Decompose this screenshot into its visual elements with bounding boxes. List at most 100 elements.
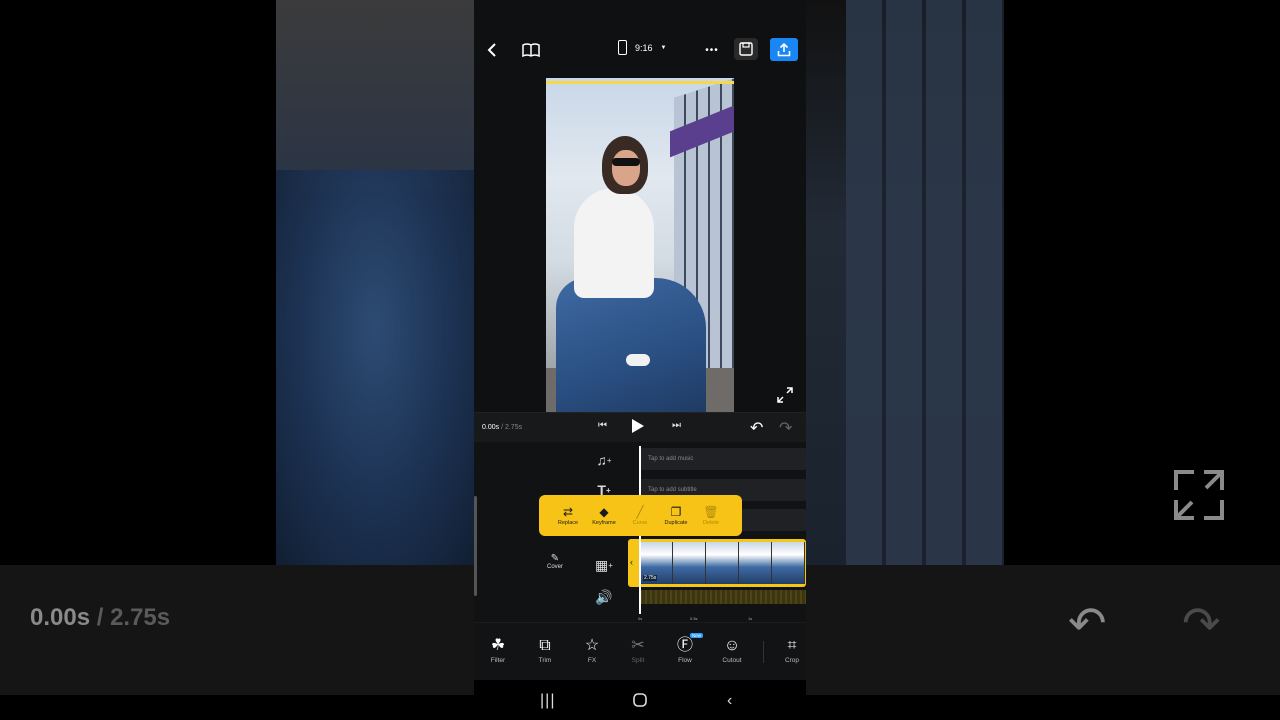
undo-icon[interactable]: ↶ — [750, 418, 763, 438]
ruler-tick-label: 1s — [748, 616, 753, 621]
clip-thumbnail — [739, 542, 772, 584]
tool-crop-label: Crop — [784, 657, 800, 664]
subtitle-track-placeholder: Tap to add subtitle — [648, 487, 697, 493]
scissors-icon: ✂ — [631, 637, 645, 654]
clip-thumbnail — [772, 542, 805, 584]
background-undo-icon: ↶ — [1068, 597, 1107, 649]
add-clip-icon[interactable]: ▦ + — [594, 555, 614, 575]
redo-icon: ↷ — [779, 420, 793, 437]
export-button[interactable] — [770, 38, 798, 61]
video-clip[interactable]: ‹ 2.75s — [628, 539, 806, 587]
timeline: ♫ + Tap to add music T + Tap to add subtit… — [474, 442, 806, 622]
nav-back-icon[interactable]: ‹ — [727, 692, 732, 710]
cover-button[interactable]: ✎ Cover — [544, 553, 566, 570]
ruler-tick-label: 0.5s — [690, 616, 698, 621]
play-icon[interactable] — [632, 419, 644, 433]
home-icon[interactable] — [632, 692, 648, 713]
new-badge: New — [690, 633, 704, 638]
crop-icon: ⌗ — [787, 637, 797, 654]
preview-shirt — [574, 188, 654, 298]
more-options-icon[interactable]: ••• — [700, 38, 724, 62]
tool-flow[interactable]: Ⓕ Flow New — [668, 633, 704, 664]
replace-icon: ⇄ — [562, 505, 574, 519]
curve-button: ╱ Curve — [623, 504, 657, 526]
bottom-toolbar: ☘ Filter ⧉ Trim ☆ FX ✂ Split Ⓕ Flow New … — [474, 622, 806, 680]
recent-apps-icon[interactable]: ||| — [540, 692, 555, 710]
system-nav-bar: ||| ‹ — [474, 680, 806, 720]
screen: 0.00s / 2.75s ↶ ↷ 9:16 ▼ ••• 0.00s / 2.7… — [0, 0, 1280, 720]
replace-button[interactable]: ⇄ Replace — [551, 504, 585, 526]
keyframe-label: Keyframe — [592, 520, 616, 526]
curve-icon: ╱ — [636, 505, 644, 519]
delete-label: Delete — [703, 520, 719, 526]
fullscreen-icon[interactable] — [776, 386, 794, 404]
skip-start-icon[interactable]: ⏮ — [598, 420, 607, 431]
background-redo-icon: ↷ — [1182, 597, 1221, 649]
tool-cutout[interactable]: ☺ Cutout — [715, 635, 749, 664]
delete-button: 🗑 Delete — [694, 504, 728, 526]
clip-duration: 2.75s — [643, 575, 658, 581]
total-duration: / 2.75s — [499, 424, 523, 431]
playback-bar: 0.00s / 2.75s ⏮ ⏭ ↶ ↷ — [474, 412, 806, 442]
background-time-total: / 2.75s — [96, 604, 171, 631]
background-thigh — [276, 0, 474, 190]
background-jeans — [276, 170, 474, 565]
export-icon — [777, 42, 791, 56]
volume-icon[interactable]: 🔊 — [594, 587, 614, 607]
save-icon — [739, 42, 753, 56]
delete-icon: 🗑 — [703, 505, 719, 519]
duplicate-label: Duplicate — [664, 520, 688, 526]
flow-icon: Ⓕ — [676, 637, 693, 654]
timeline-scrollbar[interactable] — [474, 496, 477, 596]
clip-trim-handle-icon[interactable]: ‹ — [630, 557, 633, 567]
tool-fx-label: FX — [587, 657, 597, 664]
background-time-current: 0.00s — [30, 604, 91, 631]
top-bar: 9:16 ▼ ••• — [474, 0, 806, 80]
video-preview[interactable] — [546, 78, 734, 412]
fx-icon: ☆ — [584, 637, 600, 654]
pen-icon: ✎ — [550, 553, 560, 564]
tool-trim-label: Trim — [538, 657, 552, 664]
preview-jeans — [556, 278, 706, 412]
skip-end-icon[interactable]: ⏭ — [672, 420, 681, 431]
filter-icon: ☘ — [490, 637, 506, 654]
tool-flow-label: Flow — [678, 657, 692, 664]
background-blur-right — [806, 0, 1004, 565]
preview-sunglasses — [612, 158, 640, 166]
phone-ratio-icon — [618, 40, 627, 55]
aspect-ratio-selector[interactable]: 9:16 ▼ — [618, 40, 666, 55]
preview-face — [612, 150, 640, 186]
clip-thumbnails — [640, 542, 806, 584]
clip-thumbnail — [706, 542, 739, 584]
clip-thumbnail — [673, 542, 706, 584]
keyframe-icon: ◆ — [599, 505, 609, 519]
tool-fx[interactable]: ☆ FX — [575, 635, 609, 664]
tool-cutout-label: Cutout — [722, 657, 742, 664]
background-tiles — [846, 0, 1004, 565]
aspect-ratio-label: 9:16 — [635, 42, 653, 53]
tutorial-book-icon[interactable] — [519, 38, 543, 62]
duplicate-button[interactable]: ❐ Duplicate — [659, 504, 693, 526]
tool-filter[interactable]: ☘ Filter — [481, 635, 515, 664]
tool-crop[interactable]: ⌗ Crop — [775, 635, 806, 664]
trim-icon: ⧉ — [539, 637, 551, 654]
toolbar-divider — [763, 641, 764, 663]
music-track[interactable]: Tap to add music — [640, 448, 806, 470]
editor-app: 9:16 ▼ ••• 0.00s / 2.75s ⏮ ⏭ ↶ ↷ ♫ + Tap… — [474, 0, 806, 720]
curve-label: Curve — [632, 520, 648, 526]
add-music-icon[interactable]: ♫ + — [594, 450, 614, 470]
preview-top-guide — [546, 81, 734, 84]
music-track-placeholder: Tap to add music — [648, 456, 694, 462]
tool-trim[interactable]: ⧉ Trim — [528, 635, 562, 664]
current-time: 0.00s — [482, 424, 500, 431]
tool-split: ✂ Split — [621, 635, 655, 664]
clip-action-popup: ⇄ Replace ◆ Keyframe ╱ Curve ❐ Duplicate… — [539, 495, 742, 536]
tool-split-label: Split — [631, 657, 645, 664]
back-icon[interactable] — [480, 38, 504, 62]
background-blur-left — [276, 0, 474, 565]
keyframe-button[interactable]: ◆ Keyframe — [587, 504, 621, 526]
preview-shoe — [626, 354, 650, 366]
time-readout: 0.00s / 2.75s — [482, 424, 522, 431]
ruler-tick-label: 0s — [638, 616, 643, 621]
save-draft-button[interactable] — [734, 38, 758, 60]
